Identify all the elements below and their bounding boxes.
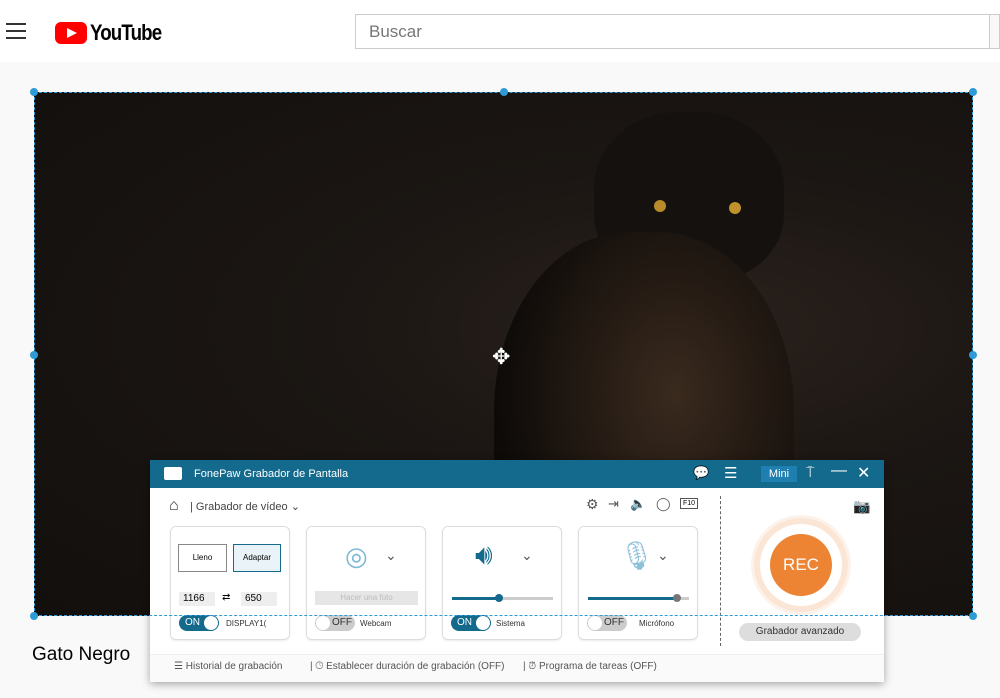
resize-handle[interactable] [969,612,977,620]
height-input[interactable]: 650 [241,592,277,606]
brand-text: YouTube [90,20,162,45]
hotkey-icon[interactable]: F10 [680,498,699,509]
schedule-label: Programa de tareas (OFF) [538,661,657,672]
move-icon[interactable]: ✥ [492,344,510,370]
search-input[interactable]: Buscar [355,14,990,49]
youtube-logo[interactable]: YouTube [55,20,174,46]
resize-handle[interactable] [500,88,508,96]
recorder-window: FonePaw Grabador de Pantalla 💬 ☰ Mini ⍑ … [150,460,884,682]
settings-icon[interactable]: ⚙ [586,496,599,513]
resize-handle[interactable] [30,351,38,359]
display-toggle[interactable]: ON [179,615,219,631]
mic-volume-slider[interactable] [588,594,689,602]
webcam-label: Webcam [360,619,392,628]
menu-icon[interactable] [6,23,26,39]
screenshot-icon[interactable]: 📷 [853,498,870,515]
export-icon[interactable]: ⇥ [608,496,619,512]
microphone-card: 🎙︎ ⌄ OFF Micrófono [578,526,698,640]
chevron-down-icon[interactable]: ⌄ [521,547,533,564]
take-photo-button[interactable]: Hacer una foto [315,591,418,605]
minimize-icon[interactable]: — [831,462,847,480]
mouse-icon[interactable]: ◯ [656,496,671,512]
search-button[interactable] [989,14,1000,49]
resize-handle[interactable] [30,612,38,620]
mic-toggle[interactable]: OFF [587,615,627,631]
speaker-icon[interactable]: 🔈 [630,496,646,512]
system-volume-slider[interactable] [452,594,553,602]
schedule-link[interactable]: | ⏰︎ Programa de tareas (OFF) [523,661,657,672]
resize-handle[interactable] [30,88,38,96]
resize-handle[interactable] [969,351,977,359]
divider [720,496,721,646]
display-card: Lleno Adaptar 1166 ⇄ 650 ON DISPLAY1( [170,526,290,640]
system-audio-toggle[interactable]: ON [451,615,491,631]
app-logo-icon [164,467,182,480]
feedback-icon[interactable]: 💬 [693,465,709,481]
full-screen-button[interactable]: Lleno [178,544,227,572]
webcam-toggle[interactable]: OFF [315,615,355,631]
display-source-select[interactable]: DISPLAY1( [226,619,266,628]
pin-icon[interactable]: ⍑ [806,464,814,481]
mini-button[interactable]: Mini [761,466,797,482]
close-icon[interactable]: ✕ [857,463,870,483]
youtube-header: YouTube Buscar [0,0,1000,62]
selection-bottom-edge [34,615,973,616]
menu-icon[interactable]: ☰ [724,464,737,482]
mode-label: Grabador de vídeo [195,501,288,513]
advanced-recorder-button[interactable]: Grabador avanzado [739,623,861,641]
system-audio-card: 🔊︎ ⌄ ON Sistema [442,526,562,640]
width-input[interactable]: 1166 [179,592,215,606]
youtube-play-icon [55,22,87,44]
system-audio-label: Sistema [496,619,525,628]
duration-link[interactable]: | 🕒︎ Establecer duración de grabación (O… [310,661,505,672]
custom-region-button[interactable]: Adaptar [233,544,281,572]
duration-label: Establecer duración de grabación (OFF) [326,661,505,672]
speaker-icon: 🔊︎ [475,539,493,570]
mic-label: Micrófono [639,619,675,628]
video-title: Gato Negro [32,644,131,665]
chevron-down-icon[interactable]: ⌄ [657,547,669,564]
app-title: FonePaw Grabador de Pantalla [194,468,349,480]
webcam-icon: ◎ [345,541,368,571]
rec-button[interactable]: REC [770,534,832,596]
webcam-card: ◎ ⌄ Hacer una foto OFF Webcam [306,526,426,640]
history-label: Historial de grabación [185,661,283,672]
title-bar[interactable]: FonePaw Grabador de Pantalla 💬 ☰ Mini ⍑ … [150,460,884,488]
history-link[interactable]: ☰ Historial de grabación [174,661,282,672]
resize-handle[interactable] [969,88,977,96]
chevron-down-icon[interactable]: ⌄ [385,547,397,564]
link-icon[interactable]: ⇄ [222,592,230,603]
microphone-icon: 🎙︎ [619,540,655,571]
mode-selector[interactable]: | Grabador de vídeo ⌄ [190,500,300,513]
home-icon[interactable]: ⌂ [169,497,179,515]
